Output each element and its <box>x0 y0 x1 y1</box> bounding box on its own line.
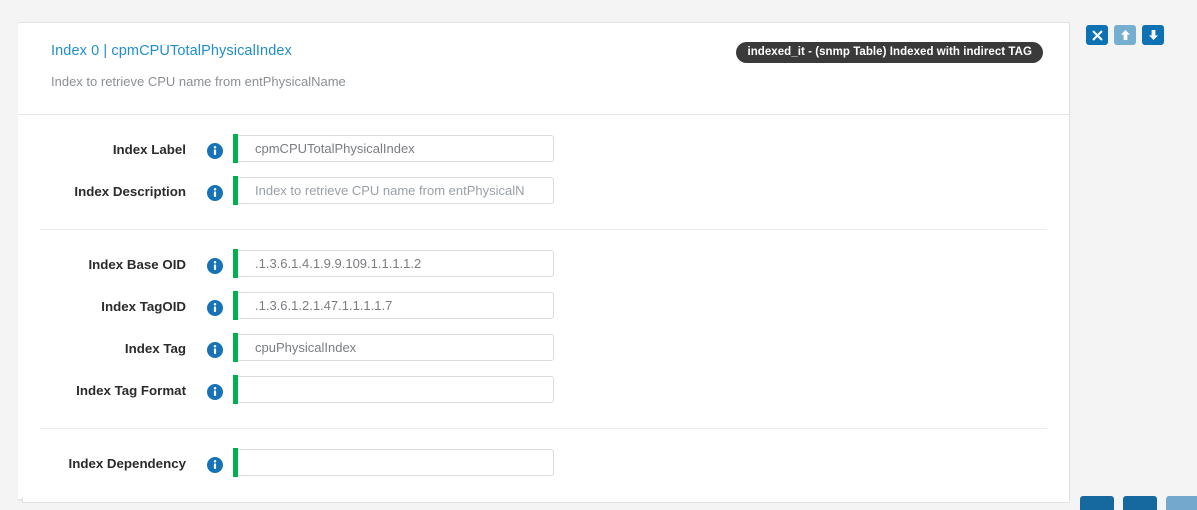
index-type-badge: indexed_it - (snmp Table) Indexed with i… <box>736 42 1043 63</box>
close-button[interactable] <box>1086 25 1108 45</box>
input-wrap-index-dependency <box>233 448 554 477</box>
input-accent-bar <box>233 333 238 362</box>
field-label-index-label: Index Label <box>112 142 186 157</box>
info-icon[interactable] <box>207 185 223 201</box>
input-accent-bar <box>233 291 238 320</box>
down-arrow-icon <box>1148 29 1159 41</box>
field-row-index-tagoid: Index TagOID <box>40 288 1047 330</box>
input-accent-bar <box>233 176 238 205</box>
field-row-index-label: Index Label <box>18 131 1069 173</box>
info-icon[interactable] <box>207 300 223 316</box>
index-dependency-input[interactable] <box>233 449 554 476</box>
up-arrow-icon <box>1120 29 1131 41</box>
footer-secondary-button[interactable] <box>1123 496 1157 510</box>
index-description-input[interactable] <box>233 177 554 204</box>
field-row-index-base-oid: Index Base OID <box>40 246 1047 288</box>
input-wrap-index-label <box>233 134 554 163</box>
footer-tertiary-button[interactable] <box>1166 496 1197 510</box>
field-group-oid: Index Base OID Index TagOID <box>40 229 1047 428</box>
field-label-index-tag: Index Tag <box>124 341 186 356</box>
input-wrap-index-tag-format <box>233 375 554 404</box>
input-accent-bar <box>233 448 238 477</box>
move-down-button[interactable] <box>1142 25 1164 45</box>
field-label-index-description: Index Description <box>74 184 186 199</box>
footer-actions <box>1080 496 1197 510</box>
field-label-index-dependency: Index Dependency <box>68 456 187 471</box>
info-icon[interactable] <box>207 143 223 159</box>
field-group-identity: Index Label Index Description <box>18 115 1069 229</box>
footer-primary-button[interactable] <box>1080 496 1114 510</box>
field-row-index-description: Index Description <box>18 173 1069 215</box>
index-definition-panel: Index 0 | cpmCPUTotalPhysicalIndex Index… <box>18 22 1070 500</box>
index-tag-input[interactable] <box>233 334 554 361</box>
index-label-input[interactable] <box>233 135 554 162</box>
panel-controls <box>1086 25 1164 45</box>
info-icon[interactable] <box>207 258 223 274</box>
field-row-index-tag-format: Index Tag Format <box>40 372 1047 414</box>
close-icon <box>1092 30 1103 41</box>
input-wrap-index-base-oid <box>233 249 554 278</box>
panel-title-link[interactable]: Index 0 | cpmCPUTotalPhysicalIndex <box>51 43 292 59</box>
field-label-index-base-oid: Index Base OID <box>88 257 186 272</box>
input-accent-bar <box>233 134 238 163</box>
panel-body: Index Label Index Description <box>18 115 1069 501</box>
panel-subtitle: Index to retrieve CPU name from entPhysi… <box>51 74 346 89</box>
panel-header: Index 0 | cpmCPUTotalPhysicalIndex Index… <box>18 23 1069 115</box>
index-tagoid-input[interactable] <box>233 292 554 319</box>
input-wrap-index-tag <box>233 333 554 362</box>
field-group-dependency: Index Dependency <box>40 428 1047 501</box>
field-label-index-tag-format: Index Tag Format <box>76 383 186 398</box>
field-label-index-tagoid: Index TagOID <box>101 299 186 314</box>
input-wrap-index-tagoid <box>233 291 554 320</box>
index-base-oid-input[interactable] <box>233 250 554 277</box>
panel-bottom-edge <box>22 497 1070 503</box>
info-icon[interactable] <box>207 384 223 400</box>
input-accent-bar <box>233 249 238 278</box>
field-row-index-dependency: Index Dependency <box>40 445 1047 487</box>
input-wrap-index-description <box>233 176 554 205</box>
field-row-index-tag: Index Tag <box>40 330 1047 372</box>
info-icon[interactable] <box>207 342 223 358</box>
move-up-button[interactable] <box>1114 25 1136 45</box>
index-tag-format-input[interactable] <box>233 376 554 403</box>
info-icon[interactable] <box>207 457 223 473</box>
input-accent-bar <box>233 375 238 404</box>
